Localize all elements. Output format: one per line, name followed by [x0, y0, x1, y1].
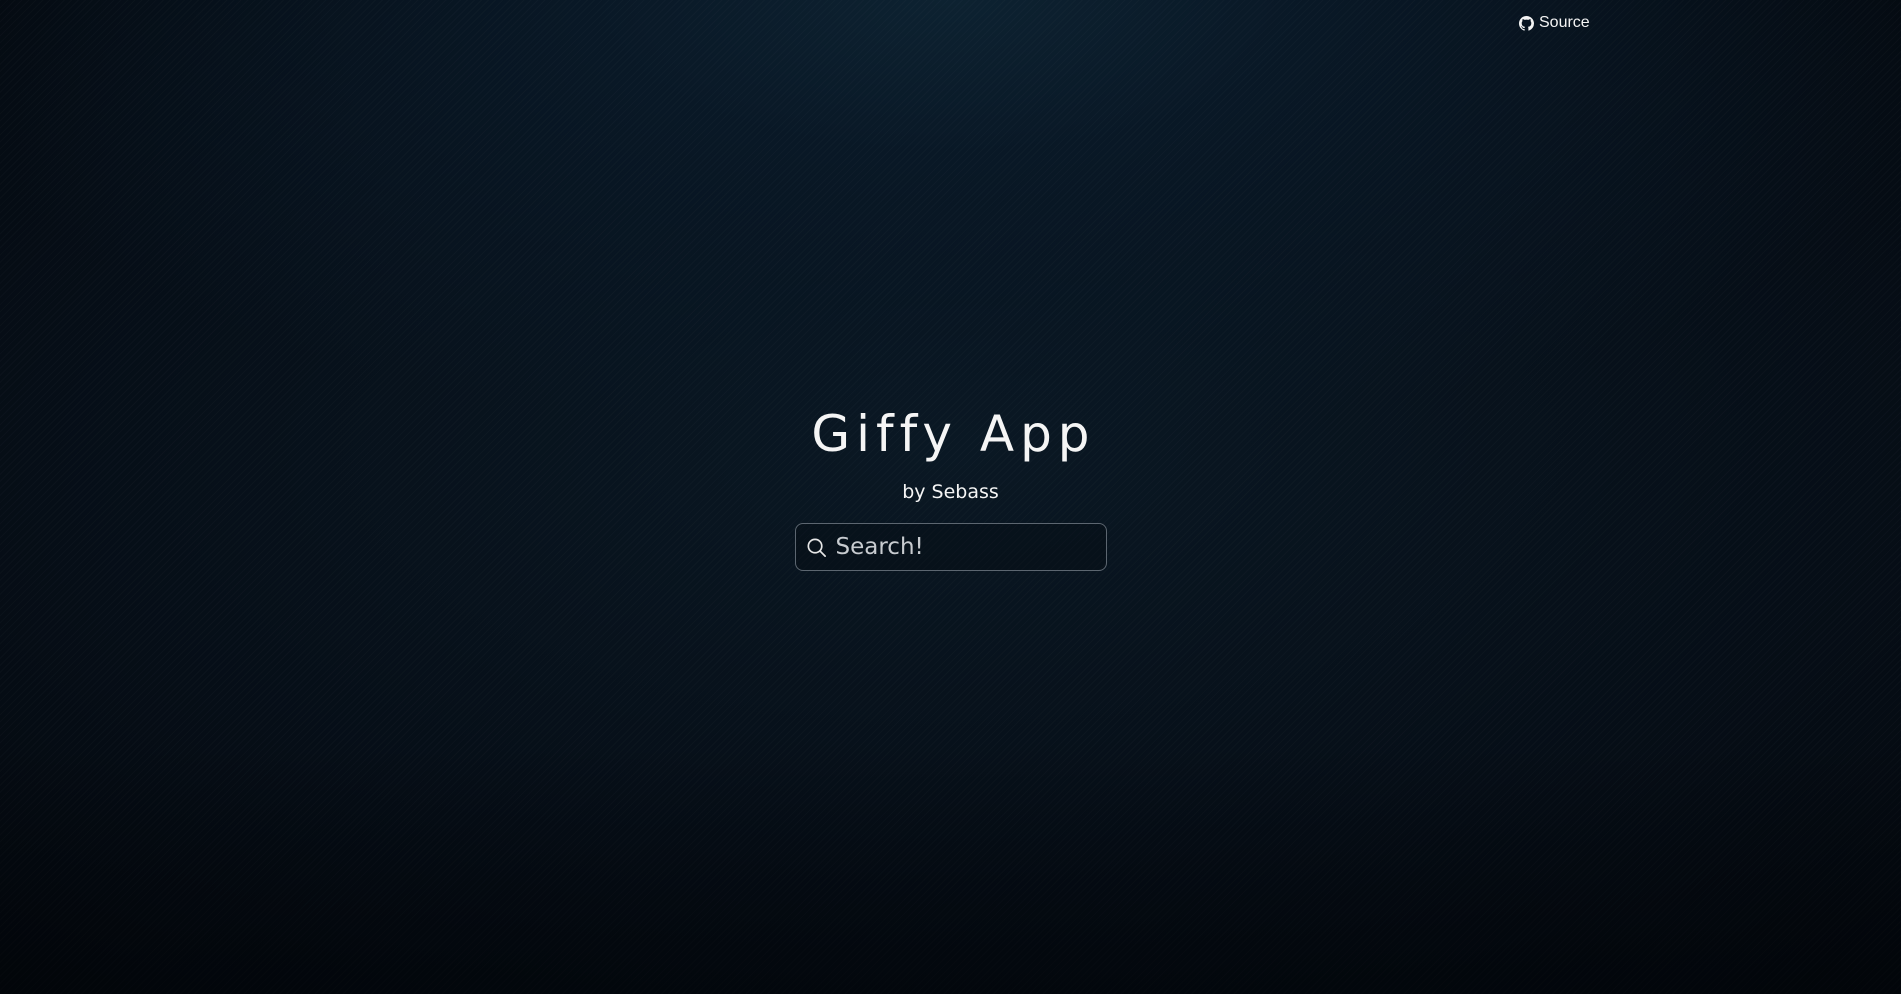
search-box[interactable] [794, 523, 1129, 571]
hero: Giffy App by Sebass [0, 404, 1901, 571]
source-link[interactable]: Source [1519, 14, 1590, 32]
app-title: Giffy App [811, 405, 1096, 463]
search-icon [805, 536, 828, 559]
app-subtitle: by Sebass [902, 481, 999, 503]
search-input[interactable] [827, 525, 1129, 569]
github-icon [1519, 15, 1534, 31]
source-link-label: Source [1539, 14, 1590, 31]
background-shade [0, 744, 1901, 994]
